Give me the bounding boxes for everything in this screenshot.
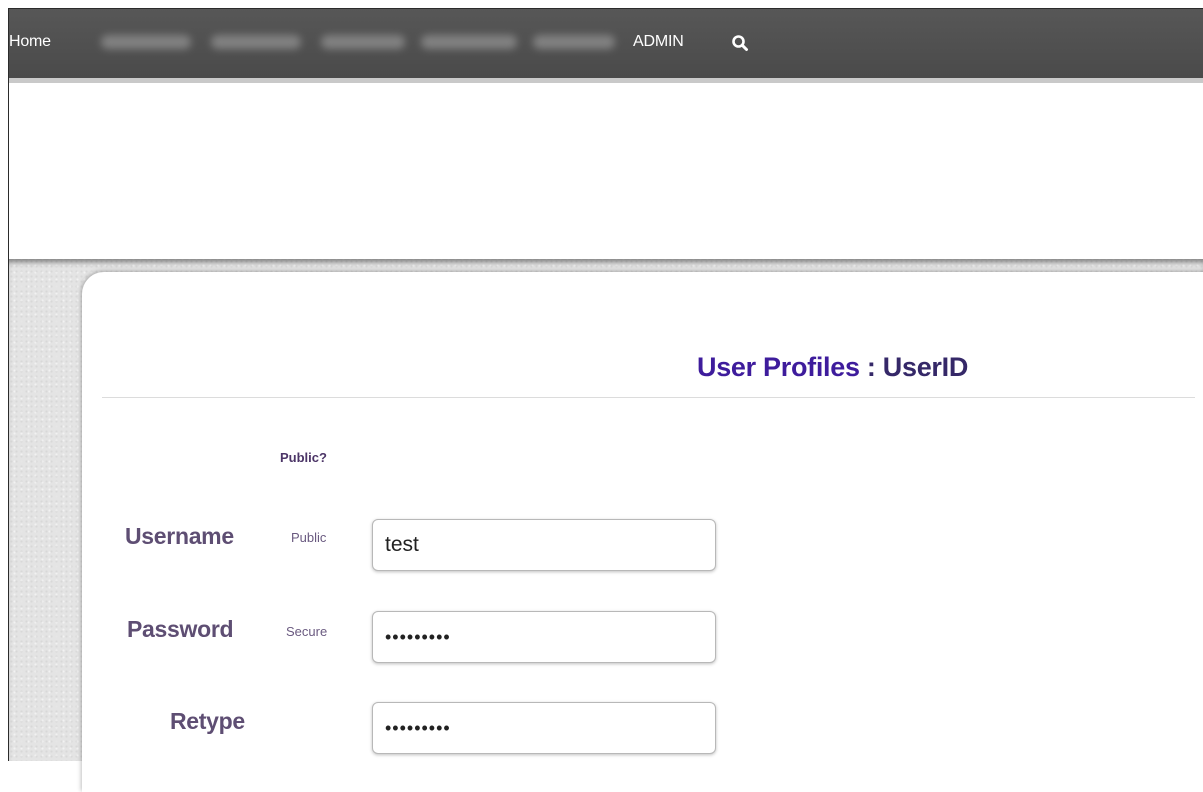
retype-password-field[interactable] bbox=[372, 702, 716, 754]
page-title-main: User Profiles bbox=[697, 352, 860, 382]
password-visibility-label: Secure bbox=[286, 624, 328, 639]
password-field[interactable] bbox=[372, 611, 716, 663]
nav-redacted-link-3[interactable] bbox=[321, 35, 405, 49]
nav-admin-link[interactable]: ADMIN bbox=[633, 33, 684, 51]
visibility-column-header: Public? bbox=[280, 450, 327, 465]
nav-home-link[interactable]: Home bbox=[9, 33, 51, 51]
password-label: Password bbox=[127, 616, 234, 642]
page-title-separator: : bbox=[859, 352, 883, 382]
nav-redacted-link-1[interactable] bbox=[101, 35, 191, 49]
retype-label: Retype bbox=[170, 708, 245, 734]
search-icon[interactable] bbox=[731, 34, 749, 52]
username-label: Username bbox=[125, 523, 234, 549]
title-divider bbox=[102, 397, 1195, 398]
nav-redacted-link-5[interactable] bbox=[533, 35, 615, 49]
username-visibility-label: Public bbox=[291, 530, 327, 545]
header-banner bbox=[9, 83, 1203, 259]
nav-redacted-link-4[interactable] bbox=[421, 35, 517, 49]
nav-redacted-link-2[interactable] bbox=[211, 35, 301, 49]
top-navbar: Home ADMIN bbox=[9, 9, 1203, 83]
page-title-sub: UserID bbox=[882, 352, 969, 382]
username-field[interactable] bbox=[372, 519, 716, 571]
page-title: User Profiles : UserID bbox=[697, 352, 968, 383]
